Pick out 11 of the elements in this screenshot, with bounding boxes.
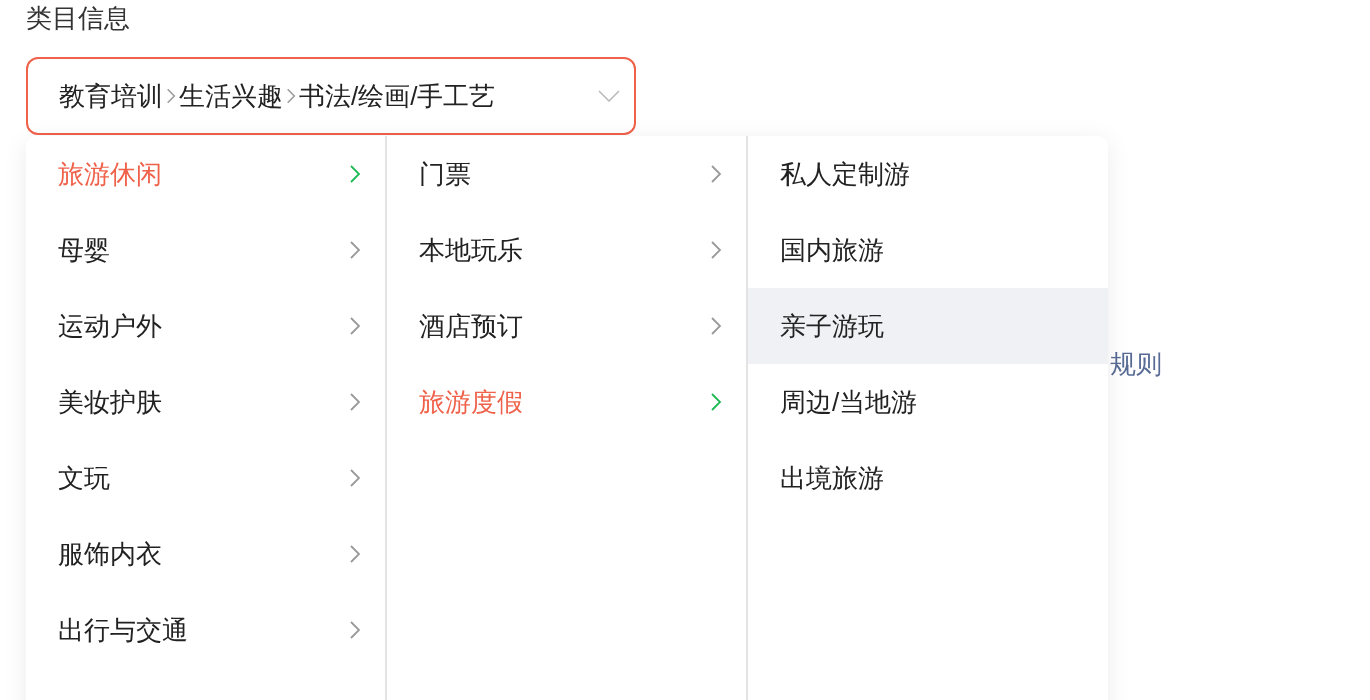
path-label: 教育培训 <box>59 80 163 113</box>
category-option[interactable]: 私人定制游 <box>748 136 1108 212</box>
path-label: 书法/绘画/手工艺 <box>299 80 496 113</box>
rules-link[interactable]: 规则 <box>1110 346 1162 382</box>
path-label: 生活兴趣 <box>179 80 283 113</box>
chevron-down-icon <box>598 90 620 102</box>
chevron-right-icon <box>166 86 176 106</box>
field-label: 类目信息 <box>26 2 130 35</box>
category-select[interactable]: 教育培训 生活兴趣 书法/绘画/手工艺 <box>26 57 636 135</box>
category-option[interactable]: 亲子游玩 <box>748 288 1108 364</box>
chevron-right-icon <box>286 86 296 106</box>
